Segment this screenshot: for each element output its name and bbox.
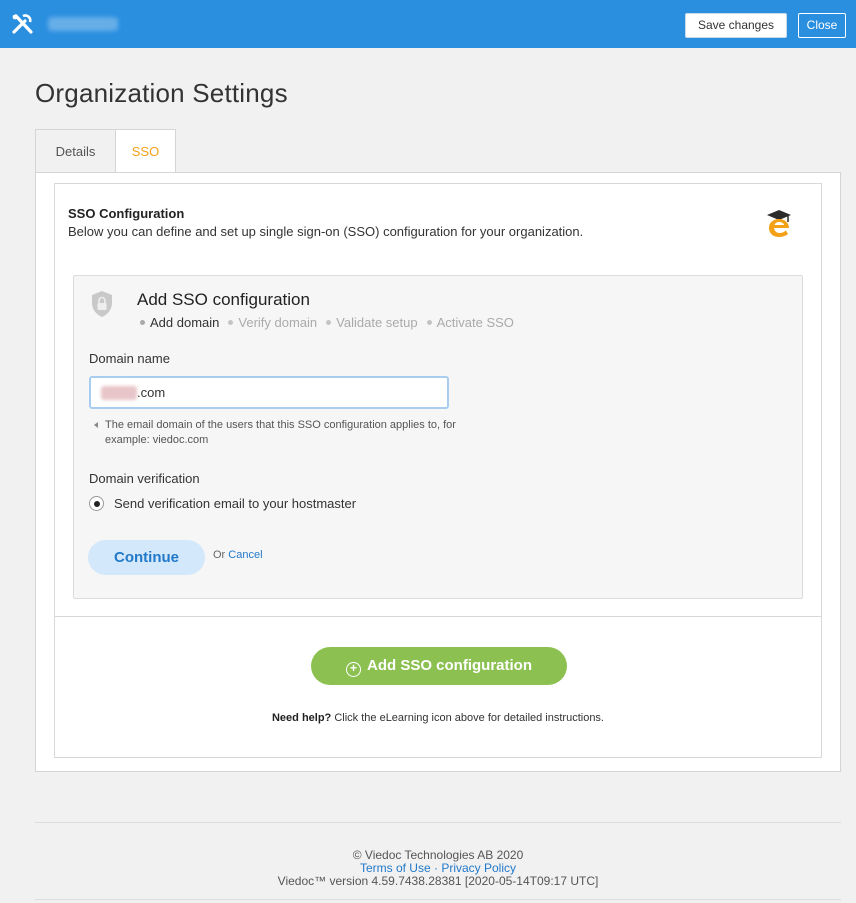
help-bold: Need help? [271, 712, 332, 724]
version-info: Viedoc™ version 4.59.7438.28381 [2020-05… [277, 874, 599, 888]
help-rest: Click the eLearning icon above for detai… [331, 712, 604, 724]
step-add-domain: Add domain [140, 315, 219, 330]
footer-links: Terms of Use · Privacy Policy [35, 861, 841, 875]
step-label: Verify domain [238, 315, 318, 330]
terms-of-use-link[interactable]: Terms of Use [360, 861, 431, 875]
cancel-link[interactable]: Cancel [228, 549, 262, 561]
add-sso-button-label: Add SSO configuration [367, 657, 532, 674]
user-name-blurred [48, 17, 118, 31]
progress-steps: Add domain Verify domain Validate setup … [140, 315, 514, 330]
step-dot-icon [426, 320, 432, 325]
shield-lock-icon [92, 291, 112, 317]
continue-button[interactable]: Continue [88, 540, 205, 575]
step-activate-sso: Activate SSO [426, 315, 514, 330]
plus-circle-icon: + [346, 662, 361, 677]
verification-option-label: Send verification email to your hostmast… [114, 496, 357, 511]
domain-verification-label: Domain verification [89, 471, 200, 486]
footer: © Viedoc Technologies AB 2020 Terms of U… [35, 822, 841, 900]
domain-name-label: Domain name [89, 351, 170, 366]
sso-config-description: Below you can define and set up single s… [68, 224, 584, 239]
step-dot-icon [228, 320, 234, 325]
link-separator: · [430, 861, 442, 875]
caret-left-icon [94, 422, 98, 428]
step-validate-setup: Validate setup [326, 315, 418, 330]
privacy-policy-link[interactable]: Privacy Policy [441, 861, 516, 875]
domain-name-value: .com [137, 385, 166, 400]
step-dot-icon [140, 320, 145, 325]
tab-panel: SSO Configuration Below you can define a… [35, 172, 841, 772]
tab-details[interactable]: Details [35, 129, 116, 173]
copyright: © Viedoc Technologies AB 2020 [352, 848, 524, 862]
add-sso-title: Add SSO configuration [137, 290, 310, 309]
save-changes-button[interactable]: Save changes [685, 13, 787, 38]
add-sso-configuration-button[interactable]: + Add SSO configuration [311, 647, 567, 685]
tab-sso[interactable]: SSO [115, 129, 176, 173]
or-cancel: Or Cancel [213, 549, 263, 561]
add-sso-form: Add SSO configuration Add domain Verify … [73, 275, 803, 599]
domain-name-input[interactable]: .com [89, 376, 449, 409]
help-text: Need help? Click the eLearning icon abov… [55, 712, 821, 724]
verification-option[interactable]: Send verification email to your hostmast… [89, 496, 356, 511]
elearning-icon[interactable] [766, 209, 792, 239]
page-title: Organization Settings [35, 78, 288, 108]
sso-config-title: SSO Configuration [68, 206, 185, 221]
top-bar: Save changes Close [0, 0, 856, 48]
verification-radio[interactable] [89, 496, 104, 511]
sso-card: SSO Configuration Below you can define a… [54, 183, 822, 758]
step-label: Activate SSO [436, 315, 514, 330]
step-dot-icon [326, 320, 332, 325]
domain-hint-text: The email domain of the users that this … [105, 419, 456, 446]
divider [55, 616, 821, 617]
redacted-text [101, 386, 137, 400]
step-label: Add domain [150, 315, 220, 330]
step-label: Validate setup [336, 315, 418, 330]
or-label: Or [213, 549, 229, 561]
tools-icon[interactable] [10, 12, 36, 36]
domain-hint: The email domain of the users that this … [94, 418, 464, 448]
step-verify-domain: Verify domain [228, 315, 317, 330]
close-button[interactable]: Close [798, 13, 846, 38]
